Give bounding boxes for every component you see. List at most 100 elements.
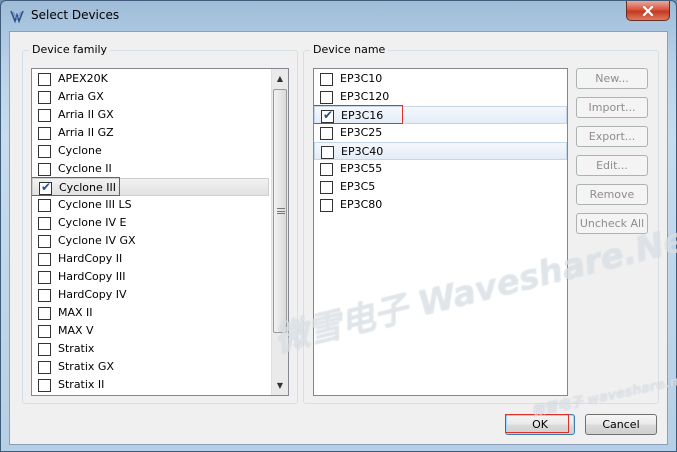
list-item-label: EP3C16 [341,109,384,122]
dialog-client-area: Device family Stratix II Stratix GX Strati… [9,31,677,445]
list-item-label: EP3C55 [340,162,383,175]
list-item-label: Cyclone IV GX [58,234,136,247]
checkbox[interactable] [38,217,51,230]
checkbox[interactable] [38,235,51,248]
list-item[interactable]: EP3C5 [314,178,567,196]
checkbox[interactable] [321,146,334,159]
list-item-label: MAX V [58,324,94,337]
import-button[interactable]: Import... [576,97,648,118]
close-icon [642,5,654,16]
device-name-list[interactable]: EP3C80 EP3C5 EP3C55 EP3C40 EP3C25 EP3C16 EP3C1… [313,68,568,396]
checkbox[interactable] [38,379,51,392]
list-item[interactable]: MAX V [32,322,269,340]
list-item-label: EP3C120 [340,90,390,103]
checkbox[interactable] [38,199,51,212]
list-item[interactable]: EP3C55 [314,160,567,178]
device-family-list[interactable]: Stratix II Stratix GX Stratix MAX V MAX II Ha… [31,68,289,396]
list-item-label: APEX20K [58,72,108,85]
device-name-group: Device name EP3C80 EP3C5 EP3C55 EP3C40 EP3C2… [303,43,659,404]
checkbox[interactable] [38,361,51,374]
list-item[interactable]: Stratix [32,340,269,358]
list-item-label: HardCopy III [58,270,126,283]
list-item-label: Cyclone IV E [58,216,127,229]
device-family-label: Device family [29,43,111,56]
list-item[interactable]: Arria II GZ [32,124,269,142]
edit-button[interactable]: Edit... [576,155,648,176]
checkbox[interactable] [320,199,333,212]
list-item[interactable]: EP3C80 [314,196,567,214]
checkbox[interactable] [38,127,51,140]
checkbox[interactable] [38,289,51,302]
new-button[interactable]: New... [576,68,648,89]
checkbox-checked[interactable] [321,108,334,123]
device-name-label: Device name [310,43,389,56]
list-item[interactable]: Cyclone III [32,178,269,196]
list-item[interactable]: EP3C120 [314,88,567,106]
window-title: Select Devices [31,8,120,22]
list-item[interactable]: Cyclone II [32,160,269,178]
list-item-label: EP3C25 [340,126,383,139]
checkbox[interactable] [38,109,51,122]
remove-button[interactable]: Remove [576,184,648,205]
list-item-label: Cyclone III LS [58,198,132,211]
list-item[interactable]: Cyclone IV E [32,214,269,232]
checkbox[interactable] [38,91,51,104]
list-item[interactable]: Arria II GX [32,106,269,124]
list-item[interactable]: EP3C25 [314,124,567,142]
list-item-label: Stratix GX [58,360,114,373]
ok-button[interactable]: OK [505,414,575,435]
checkbox[interactable] [320,73,333,86]
list-item[interactable]: Cyclone IV GX [32,232,269,250]
list-item-label: EP3C40 [341,145,384,158]
list-item-label: Stratix [58,342,95,355]
list-item[interactable]: Cyclone III LS [32,196,269,214]
checkbox-checked[interactable] [39,180,52,195]
list-item-label: Arria II GZ [58,126,114,139]
list-item[interactable]: HardCopy IV [32,286,269,304]
device-family-scrollbar[interactable]: ▲ ▼ [271,69,288,395]
list-item[interactable]: Cyclone [32,142,269,160]
checkbox[interactable] [38,343,51,356]
cancel-button[interactable]: Cancel [585,414,657,435]
checkbox[interactable] [320,91,333,104]
quartus-app-icon [10,10,24,24]
list-item-label: HardCopy IV [58,288,127,301]
list-item[interactable]: APEX20K [32,70,269,88]
list-item[interactable]: EP3C16 [314,106,567,124]
close-button[interactable] [626,1,670,21]
checkbox[interactable] [320,127,333,140]
list-item-label: Cyclone [58,144,102,157]
list-item-label: Arria II GX [58,108,114,121]
list-item[interactable]: Stratix II [32,376,269,394]
list-item-label: Cyclone II [58,162,112,175]
scroll-up-arrow-icon[interactable]: ▲ [272,70,288,87]
list-item[interactable]: MAX II [32,304,269,322]
checkbox[interactable] [38,271,51,284]
title-bar[interactable]: Select Devices [1,1,676,31]
scroll-thumb[interactable] [273,89,287,333]
checkbox[interactable] [320,181,333,194]
list-item-label: HardCopy II [58,252,123,265]
list-item[interactable]: HardCopy III [32,268,269,286]
checkbox[interactable] [38,145,51,158]
checkbox[interactable] [38,163,51,176]
checkbox[interactable] [38,253,51,266]
grip-icon [277,208,285,214]
device-family-group: Device family Stratix II Stratix GX Strati… [22,43,298,404]
scroll-down-arrow-icon[interactable]: ▼ [272,377,288,394]
list-item-label: EP3C10 [340,72,383,85]
list-item[interactable]: Stratix GX [32,358,269,376]
uncheck-all-button[interactable]: Uncheck All [576,213,648,234]
list-item[interactable]: HardCopy II [32,250,269,268]
select-devices-window: Select Devices Device family Stratix II S… [0,0,677,452]
list-item-label: Stratix II [58,378,105,391]
checkbox[interactable] [38,325,51,338]
checkbox[interactable] [38,307,51,320]
export-button[interactable]: Export... [576,126,648,147]
checkbox[interactable] [38,73,51,86]
checkbox[interactable] [320,163,333,176]
list-item-label: MAX II [58,306,93,319]
list-item[interactable]: EP3C40 [314,142,567,160]
list-item[interactable]: EP3C10 [314,70,567,88]
list-item[interactable]: Arria GX [32,88,269,106]
